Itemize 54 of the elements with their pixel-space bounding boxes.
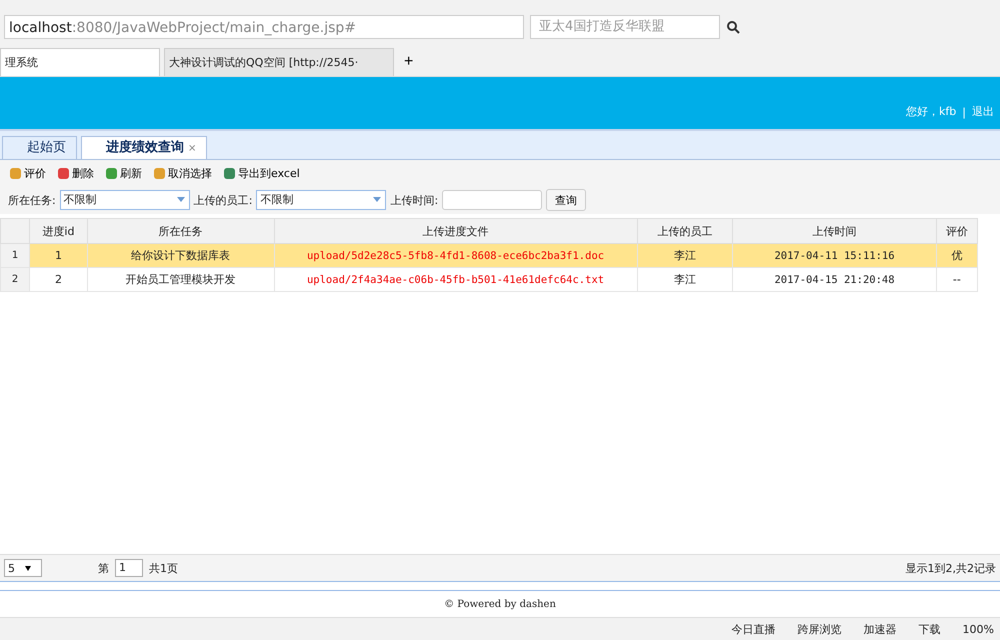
file-link[interactable]: upload/5d2e28c5-5fb8-4fd1-8608-ece6bc2ba3f1.doc <box>274 244 638 268</box>
table-cell: 李江 <box>637 244 733 268</box>
status-item[interactable]: 下载 <box>918 622 941 636</box>
search-icon[interactable] <box>726 20 740 34</box>
query-button[interactable]: 查询 <box>546 189 586 211</box>
time-input-field[interactable] <box>442 190 542 210</box>
column-header[interactable]: 评价 <box>936 218 978 244</box>
time-label: 上传时间: <box>390 192 438 208</box>
task-label: 所在任务: <box>8 192 56 208</box>
row-number: 1 <box>0 244 30 268</box>
status-item[interactable]: 今日直播 <box>732 622 776 636</box>
page-tab[interactable]: 起始页 <box>2 136 77 159</box>
employee-select[interactable]: 不限制 <box>256 190 386 210</box>
footer-text: © Powered by dashen <box>444 598 556 610</box>
separator-text: | <box>962 106 966 119</box>
page-input-field[interactable]: 1 <box>115 559 143 577</box>
task-select[interactable]: 不限制 <box>60 190 190 210</box>
table-cell: 2 <box>30 268 88 292</box>
greeting-text: 您好，kfb <box>906 104 956 119</box>
table-cell: 优 <box>936 244 978 268</box>
browser-tab[interactable]: 理系统 <box>0 48 160 76</box>
column-header[interactable]: 进度id <box>30 218 88 244</box>
page-total: 共1页 <box>149 560 178 576</box>
column-header[interactable]: 上传进度文件 <box>274 218 638 244</box>
employee-label: 上传的员工: <box>194 192 252 208</box>
row-number: 2 <box>0 268 30 292</box>
table-cell: 2017-04-15 21:20:48 <box>732 268 936 292</box>
address-bar[interactable]: localhost:8080/JavaWebProject/main_charge.jsp# <box>4 15 524 39</box>
status-item[interactable]: 跨屏浏览 <box>798 622 842 636</box>
column-header[interactable]: 上传时间 <box>732 218 936 244</box>
toolbar-button[interactable]: 评价 <box>6 164 50 182</box>
status-item[interactable]: 加速器 <box>864 622 897 636</box>
table-row[interactable]: 2 2 开始员工管理模块开发 upload/2f4a34ae-c06b-45fb-b501-41e61defc64c.txt 李江 2017-04-15 21:20:48 -- <box>0 268 978 292</box>
file-link[interactable]: upload/2f4a34ae-c06b-45fb-b501-41e61defc64c.txt <box>274 268 638 292</box>
toolbar-button[interactable]: 删除 <box>54 164 98 182</box>
status-item[interactable]: 100% <box>962 622 994 636</box>
toolbar-button[interactable]: 导出到excel <box>220 164 304 182</box>
new-tab-button[interactable]: + <box>398 48 420 76</box>
table-cell: -- <box>936 268 978 292</box>
browser-tab[interactable]: 大神设计调试的QQ空间 [http://2545· <box>164 48 394 76</box>
table-cell: 开始员工管理模块开发 <box>87 268 274 292</box>
table-cell: 给你设计下数据库表 <box>87 244 274 268</box>
toolbar-button[interactable]: 取消选择 <box>150 164 216 182</box>
column-header[interactable]: 上传的员工 <box>637 218 733 244</box>
table-cell: 1 <box>30 244 88 268</box>
column-header[interactable]: 所在任务 <box>87 218 274 244</box>
table-cell: 李江 <box>637 268 733 292</box>
toolbar-button[interactable]: 刷新 <box>102 164 146 182</box>
table-row[interactable]: 1 1 给你设计下数据库表 upload/5d2e28c5-5fb8-4fd1-8608-ece6bc2ba3f1.doc 李江 2017-04-11 15:11:16 优 <box>0 244 978 268</box>
page-tab[interactable]: 进度绩效查询 × <box>81 136 208 159</box>
page-size-select[interactable]: 5 <box>4 559 42 577</box>
page-prefix: 第 <box>98 560 109 576</box>
table-cell: 2017-04-11 15:11:16 <box>732 244 936 268</box>
record-summary: 显示1到2,共2记录 <box>906 560 996 576</box>
